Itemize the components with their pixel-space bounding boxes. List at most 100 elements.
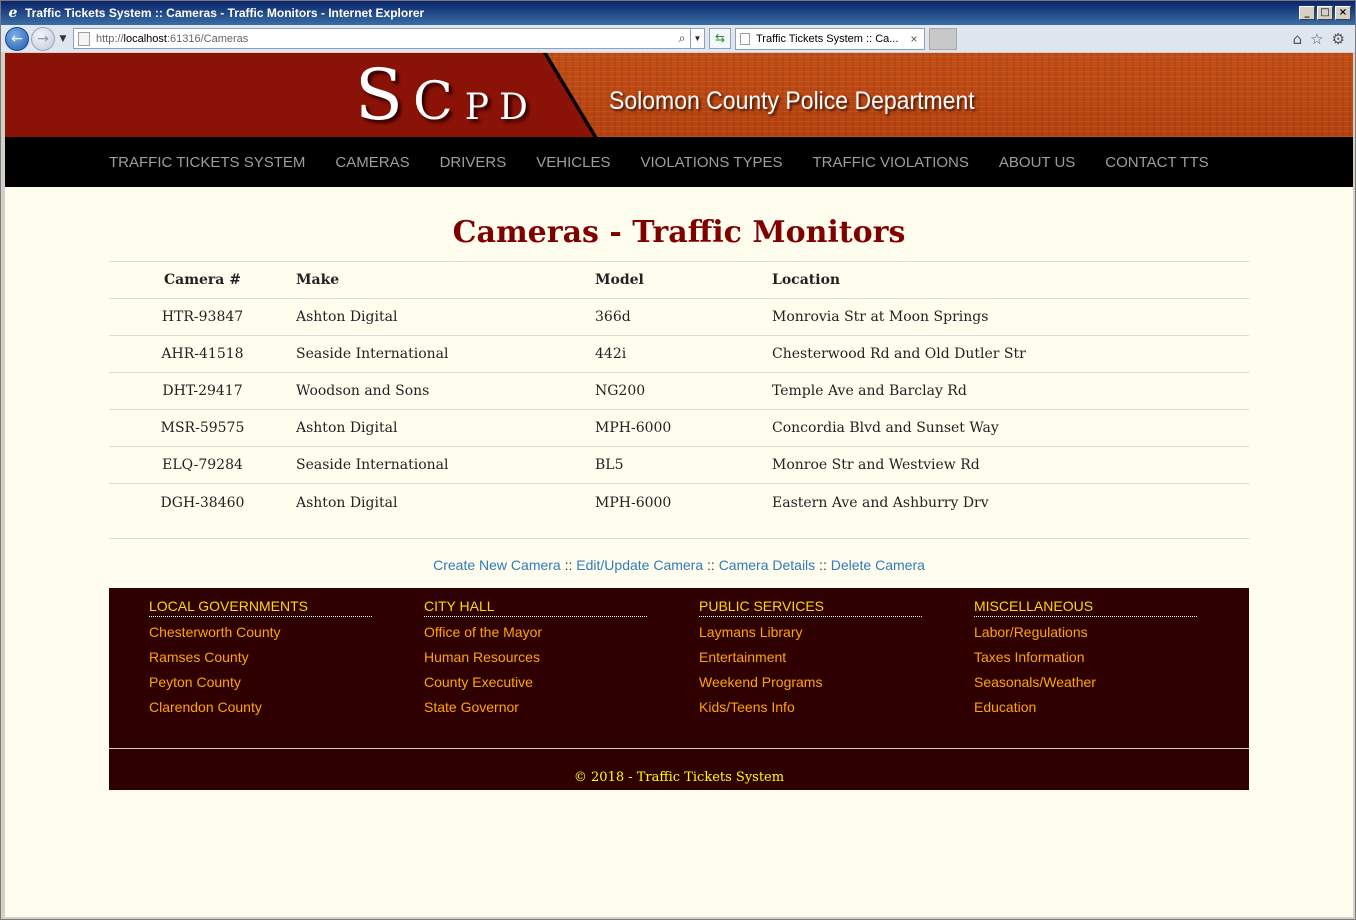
favorites-star-icon[interactable]: ☆ <box>1310 30 1323 48</box>
footer-link[interactable]: Taxes Information <box>974 648 1249 673</box>
separator: :: <box>703 556 719 573</box>
copyright: © 2018 - Traffic Tickets System <box>573 769 785 785</box>
home-icon[interactable]: ⌂ <box>1293 30 1303 48</box>
footer-link[interactable]: Seasonals/Weather <box>974 673 1249 698</box>
table-divider <box>109 537 1249 550</box>
footer-heading: CITY HALL <box>424 598 647 617</box>
department-name: Solomon County Police Department <box>609 87 975 115</box>
close-button[interactable]: × <box>1335 6 1351 20</box>
cell-location: Monrovia Str at Moon Springs <box>772 298 1249 336</box>
column-header-model: Model <box>595 261 772 299</box>
address-dropdown-icon[interactable]: ▼ <box>690 29 704 48</box>
search-icon[interactable]: ⌕ <box>674 31 690 46</box>
page-footer: LOCAL GOVERNMENTS Chesterworth County Ra… <box>109 587 1249 790</box>
cell-camera-number: ELQ-79284 <box>109 446 296 484</box>
cell-model: MPH-6000 <box>595 495 672 512</box>
cell-camera-number: MSR-59575 <box>109 409 296 447</box>
cell-model: NG200 <box>595 372 772 410</box>
cell-model: 366d <box>595 298 772 336</box>
cell-model: 442i <box>595 335 772 373</box>
cell-make: Ashton Digital <box>296 298 595 336</box>
cell-camera-number: AHR-41518 <box>109 335 296 373</box>
cell-location: Temple Ave and Barclay Rd <box>772 372 1249 410</box>
cell-make: Seaside International <box>296 335 595 373</box>
footer-link[interactable]: Office of the Mayor <box>424 623 699 648</box>
footer-link[interactable]: Education <box>974 698 1249 723</box>
delete-camera-link[interactable]: Delete Camera <box>831 557 925 573</box>
footer-column-local-governments: LOCAL GOVERNMENTS Chesterworth County Ra… <box>149 598 424 723</box>
nav-cameras[interactable]: CAMERAS <box>335 154 409 171</box>
table-row: AHR-41518 Seaside International 442i Che… <box>109 335 1249 373</box>
history-dropdown-icon[interactable]: ▼ <box>57 34 69 44</box>
table-header-row: Camera # Make Model Location <box>109 261 1249 299</box>
footer-heading: PUBLIC SERVICES <box>699 598 922 617</box>
address-toolbar: ← → ▼ http://localhost:61316/Cameras ⌕ ▼… <box>1 25 1355 52</box>
footer-link[interactable]: Entertainment <box>699 648 974 673</box>
footer-column-public-services: PUBLIC SERVICES Laymans Library Entertai… <box>699 598 974 723</box>
minimize-button[interactable]: _ <box>1299 6 1315 20</box>
footer-divider <box>109 747 1249 749</box>
footer-link[interactable]: Kids/Teens Info <box>699 698 974 723</box>
address-bar[interactable]: http://localhost:61316/Cameras ⌕ ▼ <box>73 28 705 49</box>
footer-link[interactable]: Weekend Programs <box>699 673 974 698</box>
maximize-button[interactable]: □ <box>1317 6 1333 20</box>
footer-link[interactable]: Ramses County <box>149 648 424 673</box>
footer-link[interactable]: County Executive <box>424 673 699 698</box>
web-page: SCPD Solomon County Police Department TR… <box>5 53 1353 917</box>
nav-traffic-violations[interactable]: TRAFFIC VIOLATIONS <box>812 154 968 171</box>
new-tab-button[interactable] <box>929 27 957 50</box>
nav-vehicles[interactable]: VEHICLES <box>536 154 610 171</box>
camera-actions: Create New Camera :: Edit/Update Camera … <box>109 550 1249 588</box>
browser-window: e Traffic Tickets System :: Cameras - Tr… <box>0 0 1356 920</box>
column-header-camera: Camera # <box>109 261 296 299</box>
table-row: DGH-38460 Ashton Digital MPH-6000 Easter… <box>109 484 1249 523</box>
internet-explorer-icon: e <box>8 5 18 21</box>
footer-column-miscellaneous: MISCELLANEOUS Labor/Regulations Taxes In… <box>974 598 1249 723</box>
page-title: Cameras - Traffic Monitors <box>452 215 906 250</box>
column-header-location: Location <box>772 261 1249 299</box>
tab-page-icon <box>740 32 750 45</box>
footer-link[interactable]: Clarendon County <box>149 698 424 723</box>
back-button[interactable]: ← <box>5 26 29 51</box>
nav-traffic-tickets-system[interactable]: TRAFFIC TICKETS SYSTEM <box>109 154 305 171</box>
cell-model: MPH-6000 <box>595 409 772 447</box>
cell-location: Chesterwood Rd and Old Dutler Str <box>772 335 1249 373</box>
cell-model: BL5 <box>595 446 772 484</box>
nav-about-us[interactable]: ABOUT US <box>999 154 1075 171</box>
main-content: Cameras - Traffic Monitors Camera # Make… <box>109 215 1249 588</box>
tab-close-icon[interactable]: × <box>908 32 920 46</box>
nav-drivers[interactable]: DRIVERS <box>440 154 507 171</box>
separator: :: <box>815 556 831 573</box>
table-row: DHT-29417 Woodson and Sons NG200 Temple … <box>109 372 1249 410</box>
cell-make: Ashton Digital <box>296 495 398 512</box>
table-row: MSR-59575 Ashton Digital MPH-6000 Concor… <box>109 409 1249 447</box>
footer-link[interactable]: Human Resources <box>424 648 699 673</box>
footer-link[interactable]: Labor/Regulations <box>974 623 1249 648</box>
column-header-make: Make <box>296 261 595 299</box>
forward-button[interactable]: → <box>31 26 55 51</box>
settings-gear-icon[interactable]: ⚙ <box>1332 30 1345 48</box>
table-row: ELQ-79284 Seaside International BL5 Monr… <box>109 446 1249 484</box>
browser-tab[interactable]: Traffic Tickets System :: Ca... × <box>735 27 925 50</box>
footer-column-city-hall: CITY HALL Office of the Mayor Human Reso… <box>424 598 699 723</box>
create-camera-link[interactable]: Create New Camera <box>433 557 561 573</box>
cell-make: Ashton Digital <box>296 409 595 447</box>
cameras-table: Camera # Make Model Location HTR-93847 A… <box>109 261 1249 523</box>
edit-camera-link[interactable]: Edit/Update Camera <box>576 557 703 573</box>
cell-camera-number: DHT-29417 <box>109 372 296 410</box>
nav-violations-types[interactable]: VIOLATIONS TYPES <box>640 154 782 171</box>
cell-location: Eastern Ave and Ashburry Drv <box>772 495 989 512</box>
footer-link[interactable]: Laymans Library <box>699 623 974 648</box>
camera-details-link[interactable]: Camera Details <box>719 557 815 573</box>
footer-link[interactable]: Chesterworth County <box>149 623 424 648</box>
tab-title: Traffic Tickets System :: Ca... <box>756 32 899 45</box>
url-host: localhost <box>123 32 167 45</box>
footer-heading: MISCELLANEOUS <box>974 598 1197 617</box>
footer-link[interactable]: State Governor <box>424 698 699 723</box>
refresh-button[interactable]: ⇆ <box>709 28 731 49</box>
cell-make: Seaside International <box>296 446 595 484</box>
nav-contact-tts[interactable]: CONTACT TTS <box>1105 154 1208 171</box>
title-bar: e Traffic Tickets System :: Cameras - Tr… <box>1 1 1355 25</box>
table-row: HTR-93847 Ashton Digital 366d Monrovia S… <box>109 298 1249 336</box>
footer-link[interactable]: Peyton County <box>149 673 424 698</box>
